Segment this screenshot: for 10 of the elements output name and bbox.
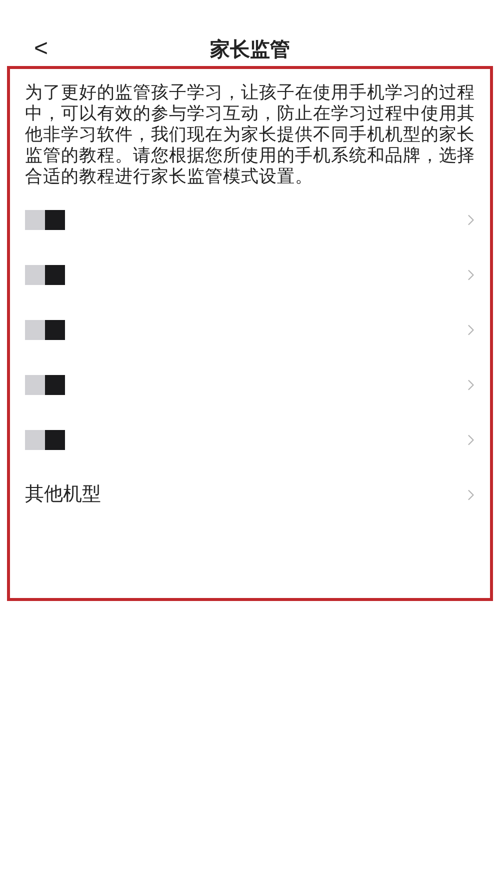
- item-label: 其他机型: [25, 482, 101, 508]
- list-item[interactable]: 其他机型: [25, 467, 480, 522]
- redaction-mosaic: [25, 374, 65, 394]
- redaction-mosaic: [25, 430, 65, 450]
- redaction-mosaic: [25, 264, 65, 284]
- back-button[interactable]: <: [34, 31, 48, 67]
- redaction-mosaic: [25, 210, 65, 230]
- page-title: 家长监管: [210, 36, 290, 63]
- intro-text: 为了更好的监管孩子学习，让孩子在使用手机学习的过程中，可以有效的参与学习互动，防止在学习过程中使用其他非学习软件，我们现在为家长提供不同手机机型的家长监管的教程。请您根据您所使用的手机系统和品牌，选择合适的教程进行家长监管模式设置。: [25, 83, 476, 188]
- redaction-mosaic: [25, 320, 65, 340]
